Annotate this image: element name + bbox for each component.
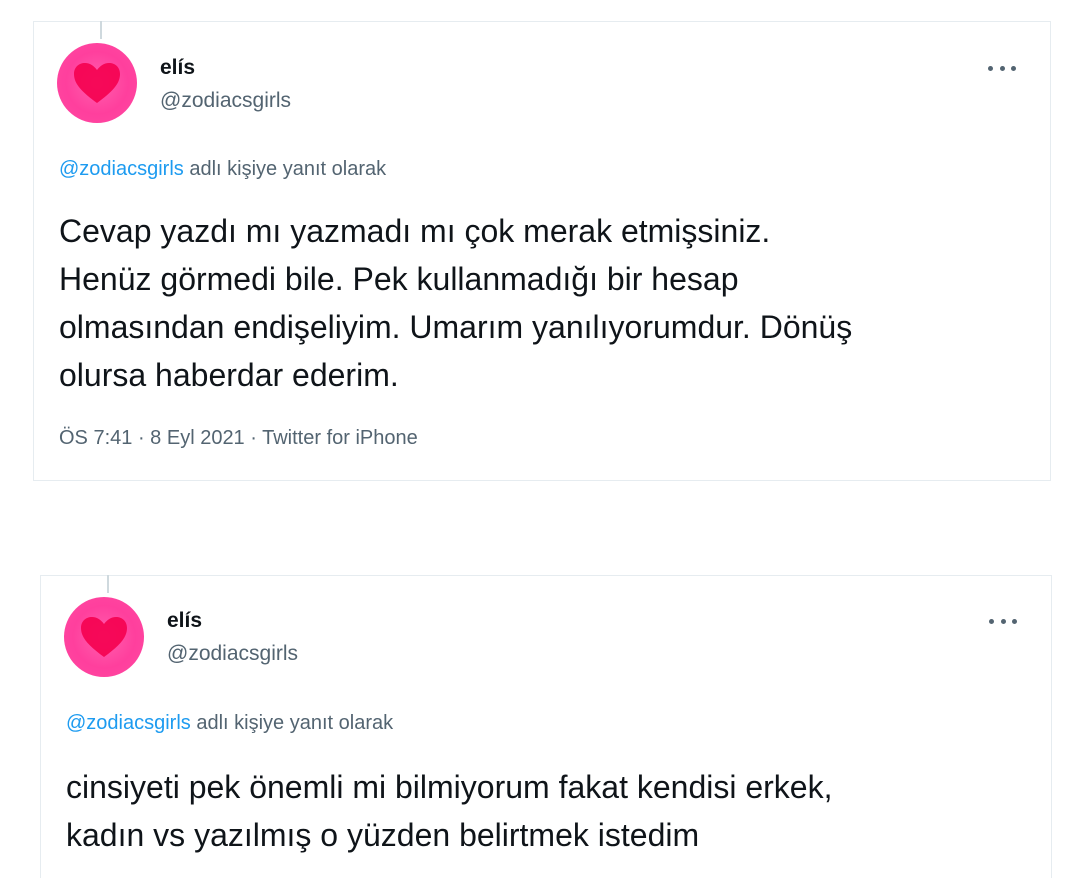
tweet-date[interactable]: 8 Eyl 2021 xyxy=(150,427,245,449)
tweet-card[interactable]: elís @zodiacsgirls @zodiacsgirls adlı ki… xyxy=(40,575,1052,878)
avatar[interactable] xyxy=(57,43,137,123)
reply-mention-link[interactable]: @zodiacsgirls xyxy=(66,712,191,734)
tweet-text: Cevap yazdı mı yazmadı mı çok merak etmi… xyxy=(59,207,852,399)
dot xyxy=(999,65,1005,71)
dot xyxy=(1000,618,1006,624)
dot xyxy=(1012,618,1017,624)
heart-avatar-icon xyxy=(74,63,120,103)
thread-connector-line xyxy=(107,575,109,593)
tweet-card[interactable]: elís @zodiacsgirls @zodiacsgirls adlı ki… xyxy=(33,21,1051,481)
tweet-text-line: Cevap yazdı mı yazmadı mı çok merak etmi… xyxy=(59,213,771,249)
dot xyxy=(989,618,994,624)
avatar[interactable] xyxy=(64,597,144,677)
tweet-text-line: olursa haberdar ederim. xyxy=(59,357,399,393)
meta-separator: · xyxy=(244,427,263,449)
more-options-icon[interactable] xyxy=(988,58,1016,78)
heart-avatar-icon xyxy=(81,617,127,657)
thread-connector-line xyxy=(100,21,102,39)
tweet-text-line: cinsiyeti pek önemli mi bilmiyorum fakat… xyxy=(66,769,833,805)
reply-context: @zodiacsgirls adlı kişiye yanıt olarak xyxy=(66,712,393,735)
tweet-source[interactable]: Twitter for iPhone xyxy=(262,427,418,449)
display-name[interactable]: elís xyxy=(167,609,202,633)
reply-context-text: adlı kişiye yanıt olarak xyxy=(190,712,394,734)
more-options-icon[interactable] xyxy=(989,611,1017,631)
reply-context-text: adlı kişiye yanıt olarak xyxy=(183,158,387,180)
tweet-time[interactable]: ÖS 7:41 xyxy=(59,427,132,449)
tweet-text-line: olmasından endişeliyim. Umarım yanılıyor… xyxy=(59,309,853,345)
dot xyxy=(988,65,993,71)
reply-context: @zodiacsgirls adlı kişiye yanıt olarak xyxy=(59,158,386,181)
tweet-text-line: kadın vs yazılmış o yüzden belirtmek ist… xyxy=(66,817,700,853)
tweet-text-line: Henüz görmedi bile. Pek kullanmadığı bir… xyxy=(59,261,739,297)
user-handle[interactable]: @zodiacsgirls xyxy=(167,642,298,666)
reply-mention-link[interactable]: @zodiacsgirls xyxy=(59,158,184,180)
meta-separator: · xyxy=(132,427,151,449)
tweet-metadata: ÖS 7:41 · 8 Eyl 2021 · Twitter for iPhon… xyxy=(59,427,418,450)
user-handle[interactable]: @zodiacsgirls xyxy=(160,89,291,113)
tweet-text: cinsiyeti pek önemli mi bilmiyorum fakat… xyxy=(66,763,832,859)
display-name[interactable]: elís xyxy=(160,56,195,80)
dot xyxy=(1011,65,1016,71)
